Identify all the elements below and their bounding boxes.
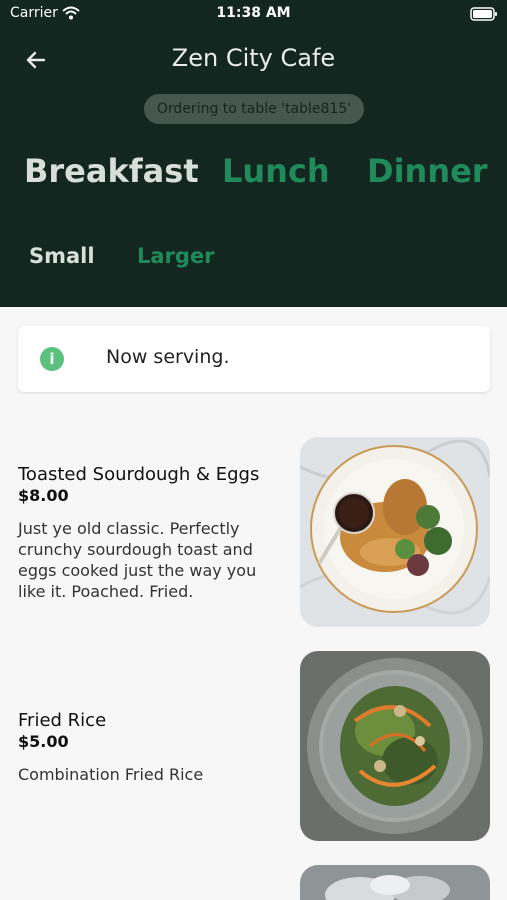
tab-lunch[interactable]: Lunch [222, 152, 330, 190]
item-image[interactable] [300, 865, 490, 900]
tab-dinner[interactable]: Dinner [367, 152, 488, 190]
tab-larger[interactable]: Larger [137, 244, 215, 268]
battery-icon [470, 6, 498, 25]
item-image[interactable] [300, 651, 490, 841]
info-icon: i [40, 347, 64, 371]
app-header: Carrier 11:38 AM Zen City Cafe Ordering … [0, 0, 507, 307]
item-image[interactable] [300, 437, 490, 627]
clock: 11:38 AM [216, 5, 291, 21]
page-title: Zen City Cafe [171, 44, 336, 72]
table-badge: Ordering to table 'table815' [144, 94, 364, 124]
item-description: Combination Fried Rice [18, 765, 204, 784]
tab-breakfast[interactable]: Breakfast [24, 152, 199, 190]
now-serving-notice: i Now serving. [18, 326, 490, 392]
notice-text: Now serving. [106, 346, 230, 368]
tab-small[interactable]: Small [29, 244, 95, 268]
item-description: Just ye old classic. Perfectly crunchy s… [18, 519, 257, 601]
item-title: Fried Rice [18, 710, 107, 731]
item-price: $5.00 [18, 732, 69, 751]
status-bar: Carrier 11:38 AM [0, 0, 507, 30]
item-price: $8.00 [18, 486, 69, 505]
item-title: Toasted Sourdough & Eggs [18, 464, 260, 485]
